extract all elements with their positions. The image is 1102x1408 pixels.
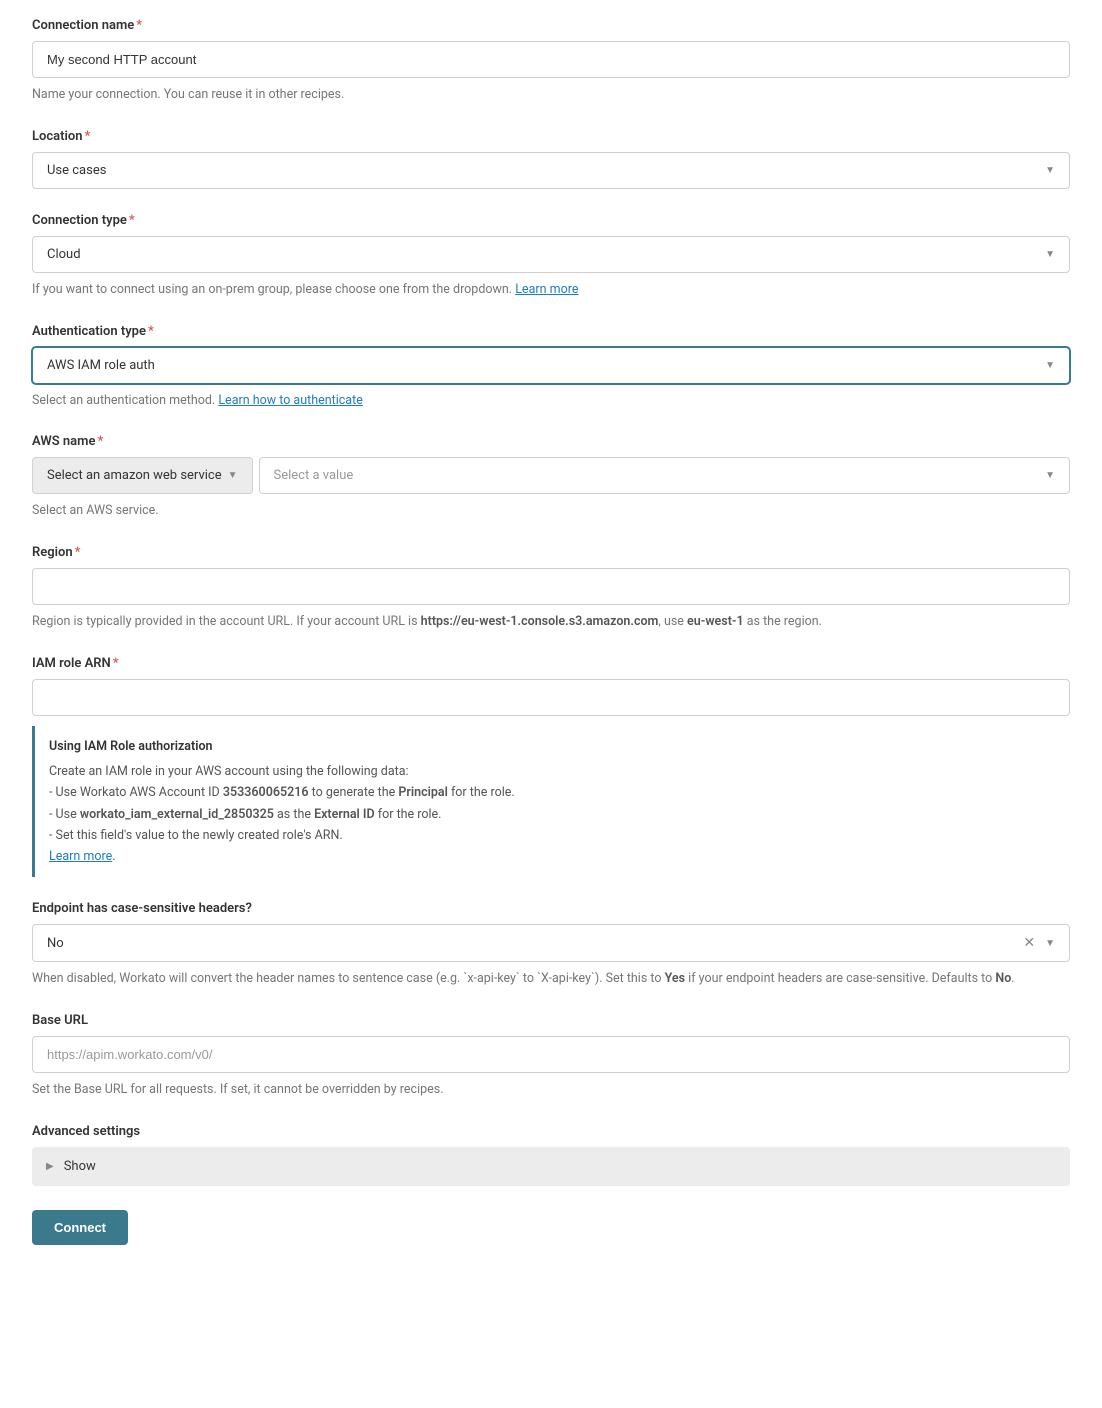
connect-button[interactable]: Connect	[32, 1210, 128, 1245]
auth-type-help: Select an authentication method. Learn h…	[32, 392, 1070, 411]
aws-value-select[interactable]: Select a value ▼	[259, 457, 1070, 494]
case-sensitive-label: Endpoint has case-sensitive headers?	[32, 901, 1070, 916]
connection-type-help: If you want to connect using an on-prem …	[32, 281, 1070, 300]
region-help: Region is typically provided in the acco…	[32, 613, 1070, 632]
chevron-right-icon: ▶	[46, 1161, 54, 1172]
advanced-settings-label: Advanced settings	[32, 1124, 1070, 1139]
location-select[interactable]: Use cases ▼	[32, 152, 1070, 189]
region-input[interactable]	[32, 568, 1070, 605]
region-label: Region*	[32, 545, 1070, 560]
iam-role-learn-more-link[interactable]: Learn more	[49, 849, 112, 864]
auth-type-learn-link[interactable]: Learn how to authenticate	[218, 393, 363, 408]
auth-type-label: Authentication type*	[32, 324, 1070, 339]
case-sensitive-help: When disabled, Workato will convert the …	[32, 970, 1070, 989]
chevron-down-icon: ▼	[1045, 470, 1055, 481]
iam-role-info-box: Using IAM Role authorization Create an I…	[32, 726, 1070, 878]
connection-type-learn-more-link[interactable]: Learn more	[515, 282, 578, 297]
connection-type-label: Connection type*	[32, 213, 1070, 228]
chevron-down-icon: ▼	[228, 470, 238, 481]
connection-name-help: Name your connection. You can reuse it i…	[32, 86, 1070, 105]
chevron-down-icon: ▼	[1045, 360, 1055, 371]
iam-role-input[interactable]	[32, 679, 1070, 716]
chevron-down-icon: ▼	[1045, 938, 1055, 949]
clear-icon[interactable]: ✕	[1023, 935, 1035, 951]
chevron-down-icon: ▼	[1045, 165, 1055, 176]
case-sensitive-select[interactable]: No ✕ ▼	[32, 924, 1070, 962]
connection-type-select[interactable]: Cloud ▼	[32, 236, 1070, 273]
aws-name-label: AWS name*	[32, 434, 1070, 449]
iam-role-label: IAM role ARN*	[32, 656, 1070, 671]
base-url-input[interactable]	[32, 1036, 1070, 1073]
aws-name-help: Select an AWS service.	[32, 502, 1070, 521]
auth-type-select[interactable]: AWS IAM role auth ▼	[32, 347, 1070, 384]
base-url-label: Base URL	[32, 1013, 1070, 1028]
connection-name-label: Connection name*	[32, 18, 1070, 33]
location-label: Location*	[32, 129, 1070, 144]
base-url-help: Set the Base URL for all requests. If se…	[32, 1081, 1070, 1100]
chevron-down-icon: ▼	[1045, 249, 1055, 260]
advanced-settings-toggle[interactable]: ▶ Show	[32, 1147, 1070, 1186]
aws-service-button[interactable]: Select an amazon web service ▼	[32, 457, 253, 494]
connection-name-input[interactable]	[32, 41, 1070, 78]
